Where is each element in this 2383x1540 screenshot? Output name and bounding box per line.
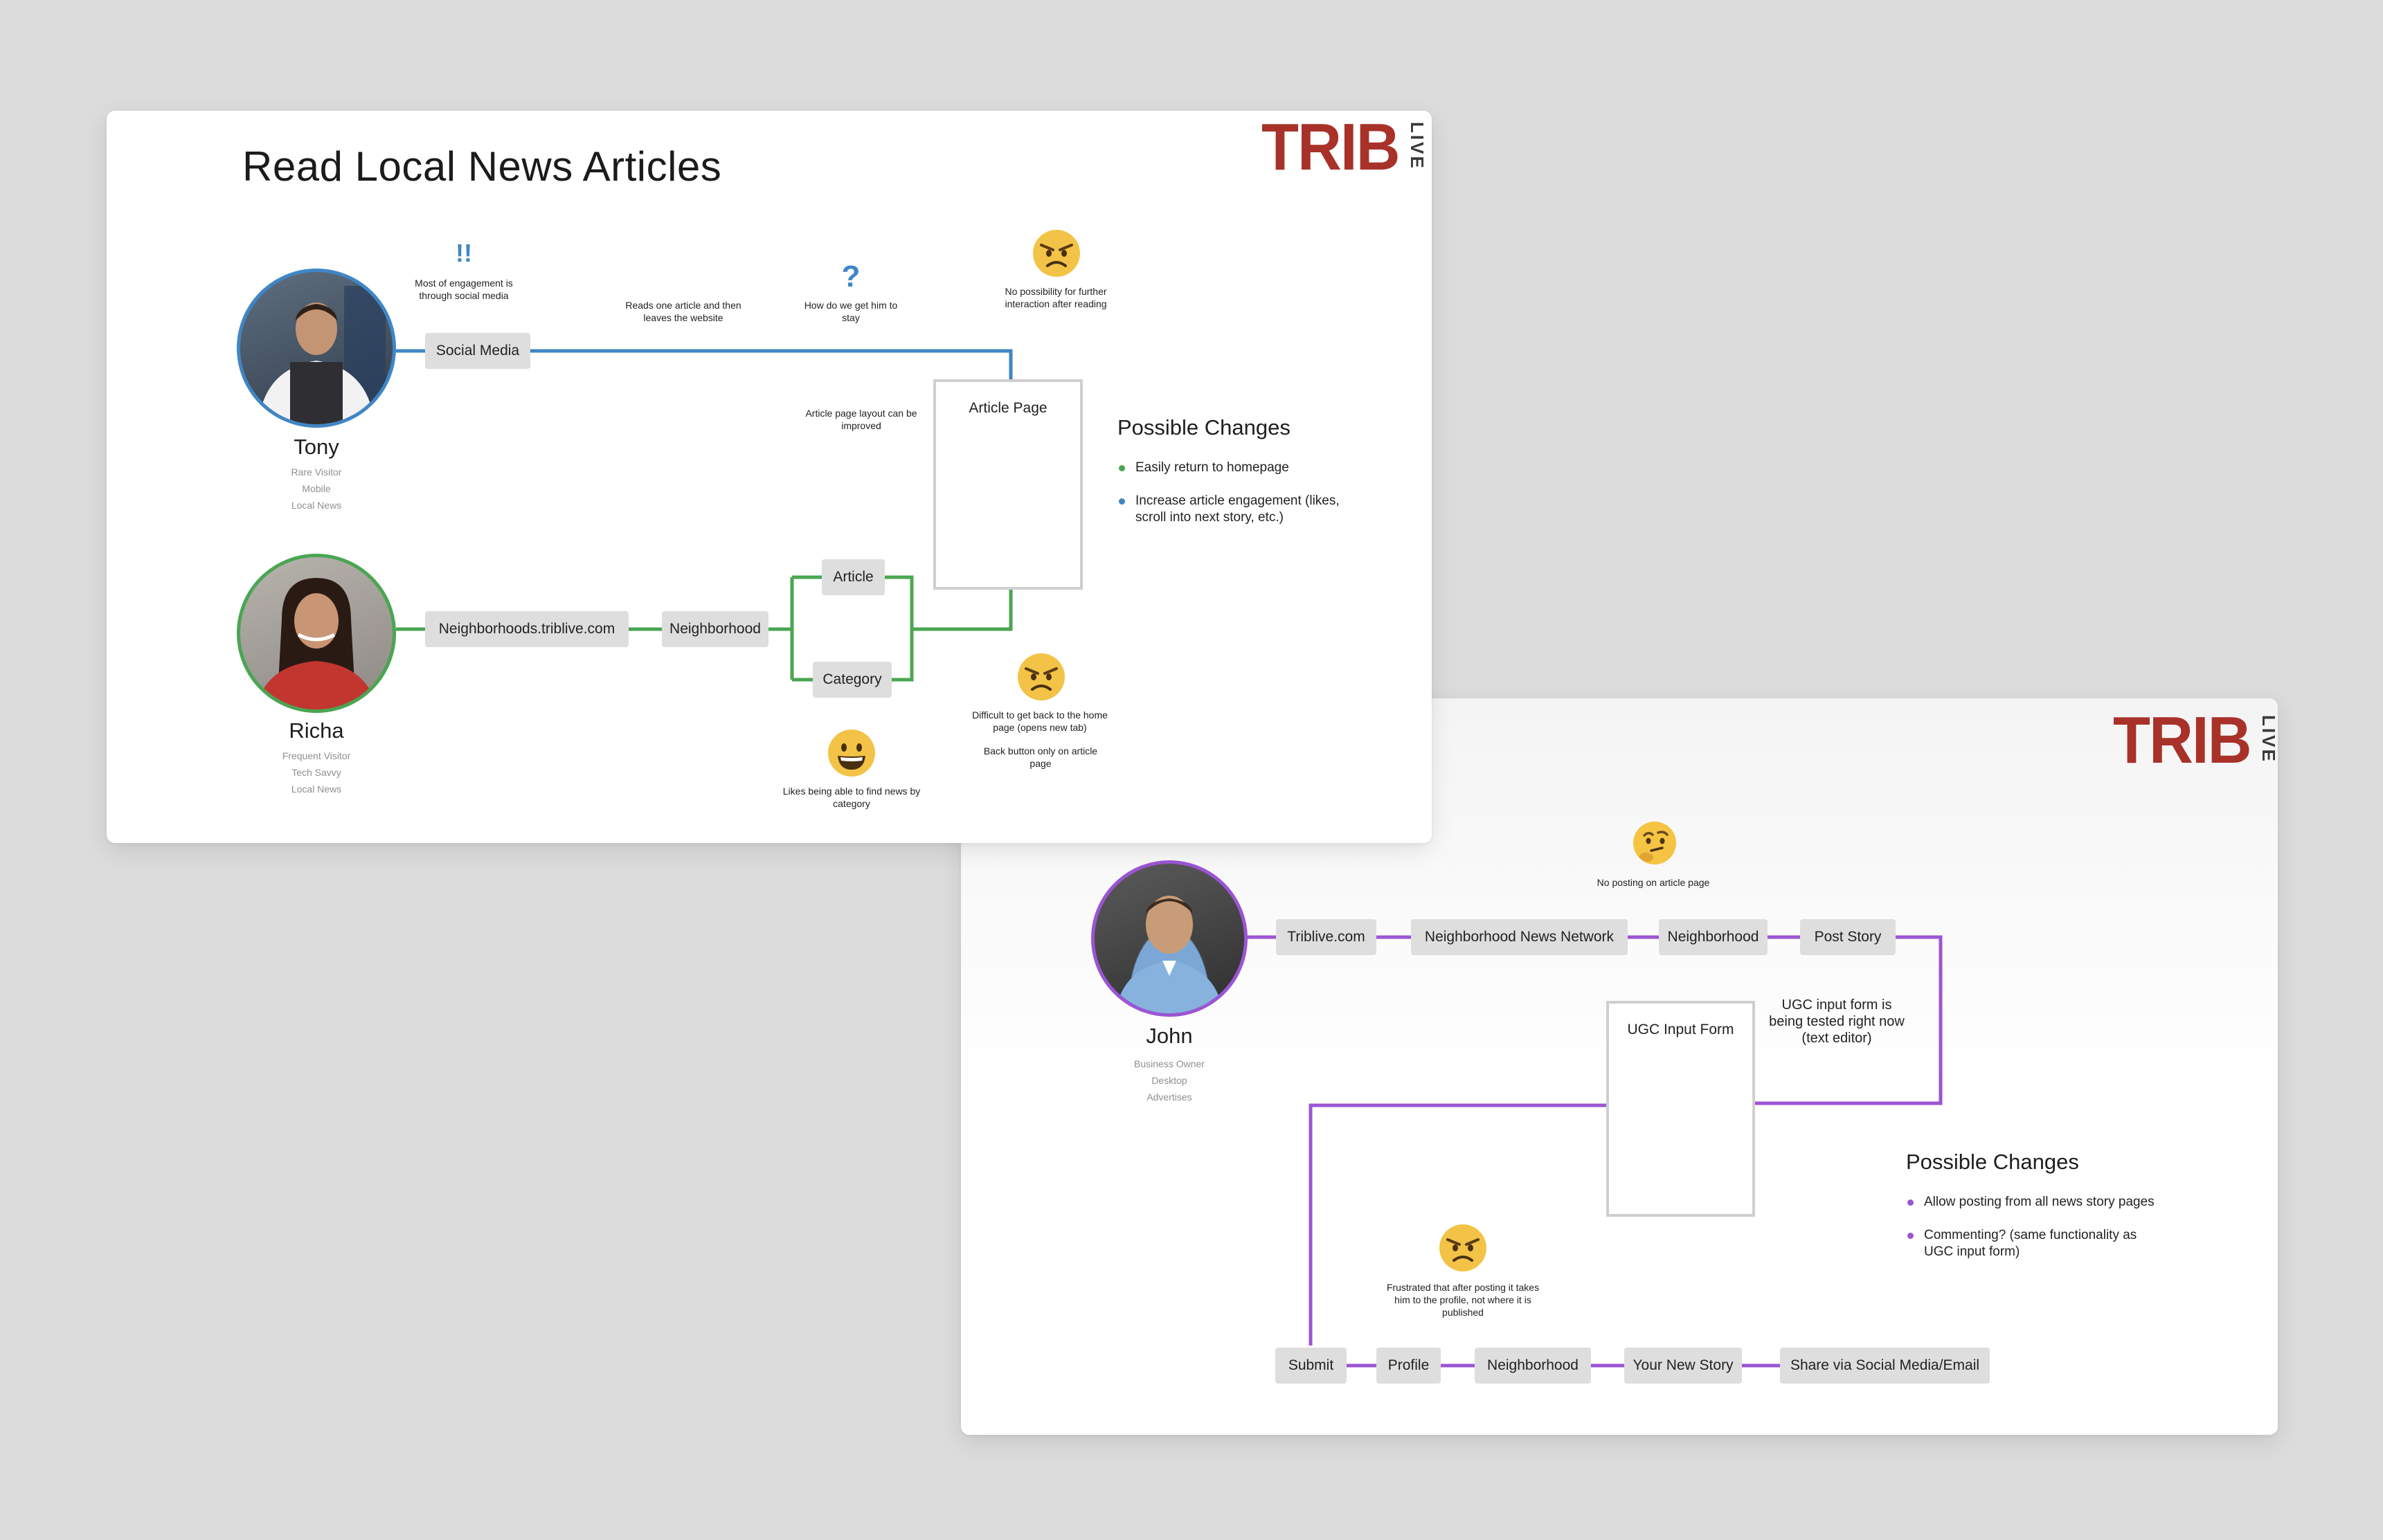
note-back-button: Back button only on article page xyxy=(983,745,1098,769)
list-item: Allow posting from all news story pages xyxy=(1906,1194,2169,1211)
article-page-frame[interactable]: Article Page xyxy=(933,379,1083,590)
step-post-story[interactable]: Post Story xyxy=(1800,919,1896,955)
avatar-richa xyxy=(237,554,396,713)
step-neighborhood-2[interactable]: Neighborhood xyxy=(1475,1348,1591,1384)
note-ugc-tested: UGC input form is being tested right now… xyxy=(1769,997,1905,1046)
step-neighborhood[interactable]: Neighborhood xyxy=(1659,919,1768,955)
ugc-input-form-frame[interactable]: UGC Input Form xyxy=(1606,1001,1755,1217)
step-neighborhoods-site[interactable]: Neighborhoods.triblive.com xyxy=(425,611,629,647)
possible-changes-heading-2: Possible Changes xyxy=(1906,1150,2079,1174)
note-difficult-back: Difficult to get back to the home page (… xyxy=(972,709,1108,733)
step-triblive[interactable]: Triblive.com xyxy=(1276,919,1376,955)
angry-face-icon xyxy=(1016,652,1066,702)
triblive-logo: TRIB LIVE xyxy=(2113,703,2278,777)
step-your-new-story[interactable]: Your New Story xyxy=(1624,1348,1742,1384)
note-layout-improved: Article page layout can be improved xyxy=(805,408,917,431)
richa-portrait-icon xyxy=(255,578,377,709)
step-neighborhood-news-network[interactable]: Neighborhood News Network xyxy=(1411,919,1628,955)
step-social-media[interactable]: Social Media xyxy=(425,333,530,369)
tony-portrait-icon xyxy=(258,286,386,424)
step-article[interactable]: Article xyxy=(822,559,885,595)
possible-changes-heading: Possible Changes xyxy=(1117,415,1291,440)
grinning-face-icon xyxy=(827,728,876,778)
list-item: Easily return to homepage xyxy=(1117,460,1346,476)
double-exclamation-icon: !! xyxy=(456,239,472,267)
persona-name-john: John xyxy=(1146,1024,1193,1048)
question-mark-icon: ? xyxy=(841,260,861,293)
thinking-face-icon xyxy=(1632,820,1678,866)
list-item: Commenting? (same functionality as UGC i… xyxy=(1906,1227,2169,1260)
list-item: Increase article engagement (likes, scro… xyxy=(1117,493,1346,526)
step-category[interactable]: Category xyxy=(813,662,892,698)
john-portrait-icon xyxy=(1115,896,1223,1013)
triblive-logo: TRIB LIVE xyxy=(1261,111,1428,184)
note-reads-one: Reads one article and then leaves the we… xyxy=(625,300,741,323)
persona-meta-tony: Rare Visitor Mobile Local News xyxy=(291,466,342,511)
note-likes-category: Likes being able to find news by categor… xyxy=(782,786,921,809)
persona-meta-richa: Frequent Visitor Tech Savvy Local News xyxy=(282,750,351,795)
step-share-social-email[interactable]: Share via Social Media/Email xyxy=(1780,1348,1990,1384)
step-neighborhood[interactable]: Neighborhood xyxy=(662,611,768,647)
possible-changes-list-2: Allow posting from all news story pages … xyxy=(1906,1194,2169,1277)
note-no-posting: No posting on article page xyxy=(1597,877,1710,888)
angry-face-icon xyxy=(1438,1223,1488,1273)
avatar-tony xyxy=(237,269,396,428)
possible-changes-list: Easily return to homepage Increase artic… xyxy=(1117,460,1346,543)
note-how-stay: How do we get him to stay xyxy=(804,300,898,323)
note-frustrated: Frustrated that after posting it takes h… xyxy=(1386,1282,1540,1318)
angry-face-icon xyxy=(1032,228,1081,278)
avatar-john xyxy=(1091,860,1248,1017)
persona-name-tony: Tony xyxy=(294,435,339,459)
persona-meta-john: Business Owner Desktop Advertises xyxy=(1134,1058,1205,1103)
note-no-possibility: No possibility for further interaction a… xyxy=(1005,286,1107,309)
page-title: Read Local News Articles xyxy=(242,143,722,190)
step-profile[interactable]: Profile xyxy=(1376,1348,1441,1384)
journey-slide-read-articles: Read Local News Articles TRIB LIVE Tony … xyxy=(107,111,1432,843)
persona-name-richa: Richa xyxy=(289,718,344,743)
step-submit[interactable]: Submit xyxy=(1275,1348,1347,1384)
note-engagement: Most of engagement is through social med… xyxy=(415,278,513,301)
